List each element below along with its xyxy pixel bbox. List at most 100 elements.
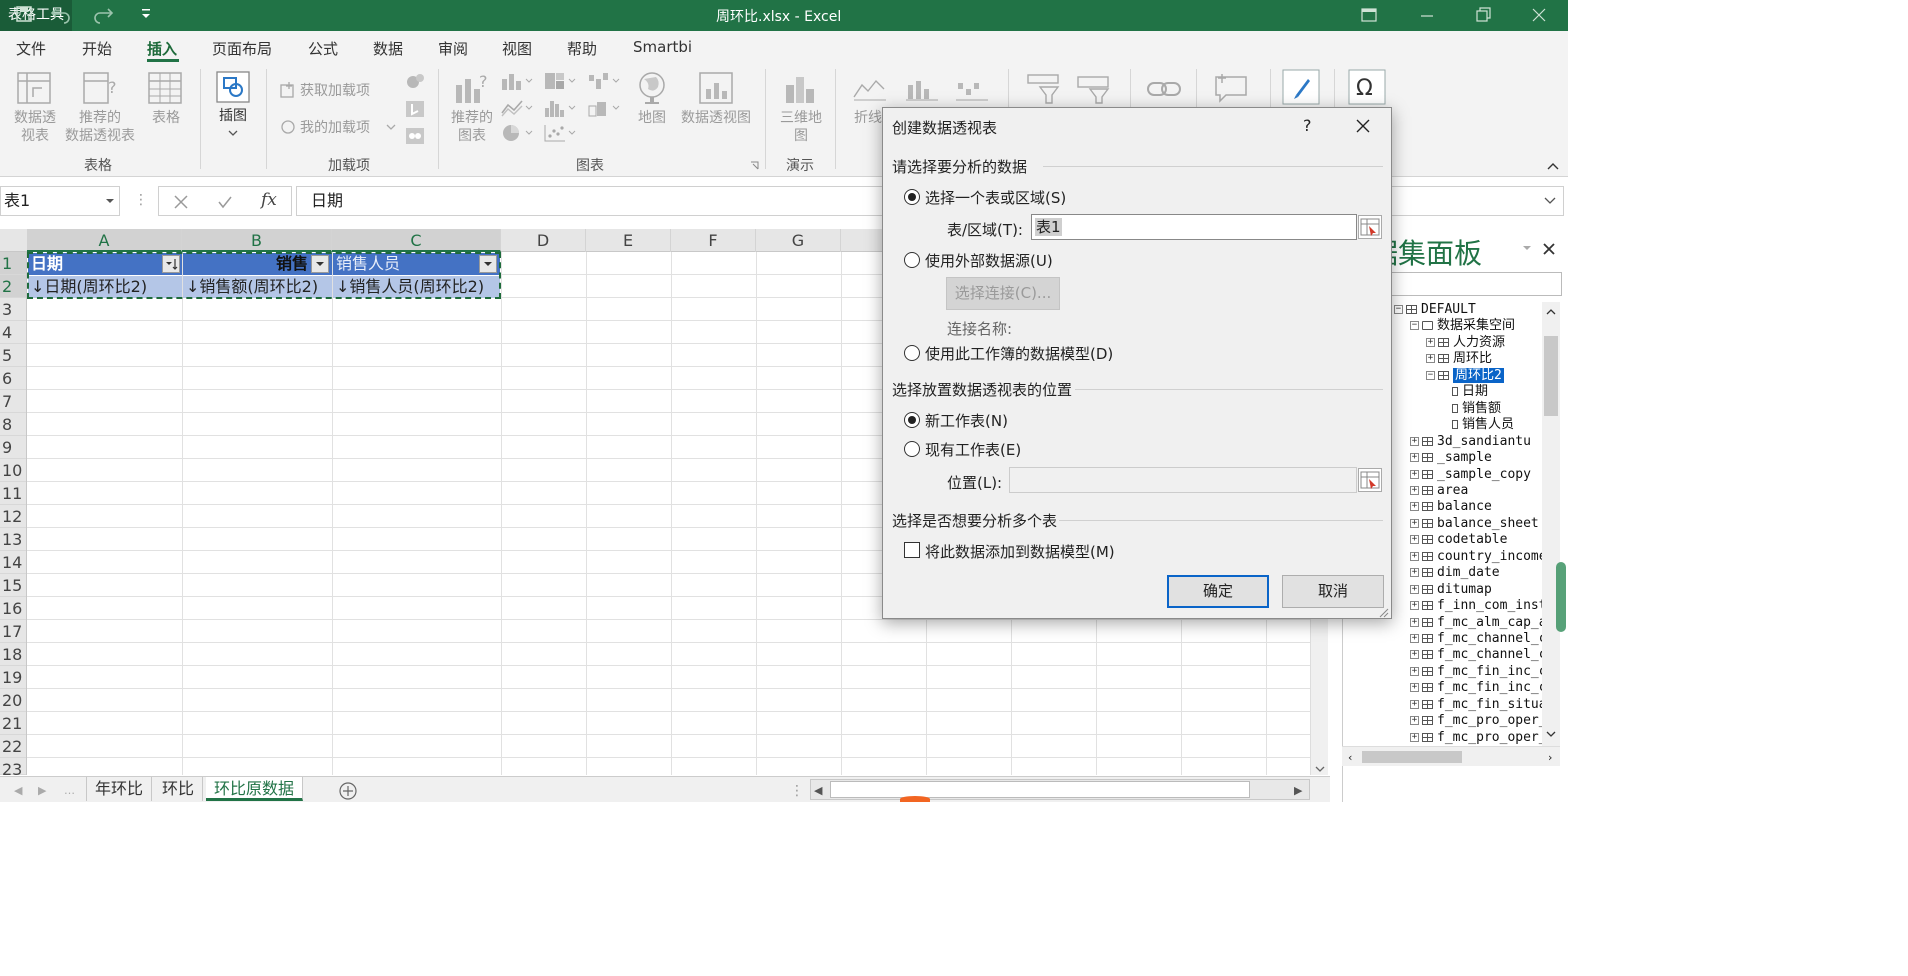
column-header-f[interactable]: F <box>671 229 756 252</box>
row-header[interactable]: 1 <box>0 252 26 275</box>
radio-data-model-label[interactable]: 使用此工作簿的数据模型(D) <box>925 343 1113 364</box>
expand-icon[interactable]: + <box>1410 469 1419 479</box>
expand-icon[interactable]: + <box>1410 699 1419 709</box>
pivot-chart-icon[interactable] <box>698 71 734 105</box>
slicer-icon[interactable] <box>1026 73 1062 105</box>
row-header[interactable]: 4 <box>0 321 26 344</box>
range-input[interactable]: 表1 <box>1031 214 1357 240</box>
hierarchy-chart-icon[interactable] <box>543 71 579 91</box>
expand-icon[interactable]: + <box>1410 666 1419 676</box>
tree-node[interactable]: + area <box>1410 483 1468 499</box>
row-header[interactable]: 17 <box>0 620 26 643</box>
tree-node[interactable]: + 人力资源 <box>1426 335 1505 351</box>
tab-data[interactable]: 数据 <box>373 38 403 59</box>
row-header[interactable]: 18 <box>0 643 26 666</box>
tab-help[interactable]: 帮助 <box>567 38 597 59</box>
tree-node[interactable]: + _sample_copy <box>1410 467 1531 483</box>
radio-external-source-label[interactable]: 使用外部数据源(U) <box>925 250 1053 271</box>
tree-node[interactable]: + f_mc_pro_oper_ <box>1410 730 1542 746</box>
tree-node[interactable]: + balance <box>1410 499 1492 515</box>
radio-external-source[interactable] <box>904 252 920 268</box>
redo-icon[interactable] <box>92 4 114 24</box>
row-header[interactable]: 11 <box>0 482 26 505</box>
ink-pen-icon[interactable] <box>1282 69 1320 105</box>
link-icon[interactable] <box>1146 75 1182 103</box>
radio-existing-worksheet[interactable] <box>904 441 920 457</box>
tab-page-layout[interactable]: 页面布局 <box>212 38 272 59</box>
scroll-left-icon[interactable]: ◀ <box>814 784 822 797</box>
tree-hscroll-thumb[interactable] <box>1362 751 1462 763</box>
sparkline-line-icon[interactable] <box>852 77 888 101</box>
expand-icon[interactable]: + <box>1410 502 1419 512</box>
tab-formulas[interactable]: 公式 <box>308 38 338 59</box>
undo-icon[interactable] <box>50 4 72 24</box>
pie-chart-icon[interactable] <box>500 123 536 143</box>
scroll-down-icon[interactable] <box>1546 730 1556 738</box>
scroll-sheets-left-icon[interactable]: ◀ <box>14 784 22 797</box>
resize-grip-icon[interactable] <box>1377 606 1389 618</box>
tree-node[interactable]: + dim_date <box>1410 565 1500 581</box>
row-header[interactable]: 16 <box>0 597 26 620</box>
scroll-sheets-right-icon[interactable]: ▶ <box>38 784 46 797</box>
get-addins-label[interactable]: 获取加载项 <box>300 82 370 100</box>
timeline-icon[interactable] <box>1076 73 1112 105</box>
dialog-launcher-icon[interactable] <box>750 161 760 171</box>
row-header[interactable]: 20 <box>0 689 26 712</box>
tree-vertical-scrollbar[interactable] <box>1542 302 1560 746</box>
row-header[interactable]: 6 <box>0 367 26 390</box>
ribbon-display-options-icon[interactable] <box>1360 6 1378 24</box>
expand-icon[interactable]: + <box>1410 436 1419 446</box>
tree-node[interactable]: + f_mc_pro_oper_ <box>1410 713 1542 729</box>
map-label[interactable]: 地图 <box>632 109 672 127</box>
chevron-down-icon[interactable] <box>386 123 396 131</box>
tab-insert[interactable]: 插入 <box>147 38 177 59</box>
pivot-chart-label[interactable]: 数据透视图 <box>678 109 754 127</box>
recommended-charts-label[interactable]: 推荐的 图表 <box>446 109 498 145</box>
column-header-d[interactable]: D <box>501 229 586 252</box>
table-label[interactable]: 表格 <box>146 109 186 127</box>
table-icon[interactable] <box>147 71 183 105</box>
expand-icon[interactable]: + <box>1426 354 1435 364</box>
row-header[interactable]: 3 <box>0 298 26 321</box>
expand-icon[interactable]: + <box>1410 584 1419 594</box>
tree-horizontal-scrollbar[interactable]: ‹ › <box>1342 746 1560 766</box>
3d-map-icon[interactable] <box>782 71 818 105</box>
bing-icon[interactable] <box>405 100 425 118</box>
choose-connection-button[interactable]: 选择连接(C)... <box>946 277 1060 310</box>
tree-scroll-thumb[interactable] <box>1544 336 1558 416</box>
name-box[interactable]: 表1 <box>0 186 120 216</box>
row-header[interactable]: 2 <box>0 275 26 298</box>
recommended-pivot-icon[interactable]: ? <box>82 71 118 105</box>
scatter-chart-icon[interactable] <box>543 123 579 143</box>
expand-icon[interactable]: + <box>1410 617 1419 627</box>
tree-node[interactable]: + _sample <box>1410 450 1492 466</box>
expand-icon[interactable]: + <box>1410 518 1419 528</box>
tree-node[interactable]: + balance_sheet <box>1410 516 1539 532</box>
illustrations-label[interactable]: 插图 <box>212 107 254 125</box>
sheet-tab-ring-raw-data[interactable]: 环比原数据 <box>206 777 304 801</box>
my-addins-icon[interactable] <box>279 118 297 136</box>
name-box-dropdown-icon[interactable] <box>105 197 115 205</box>
collapse-icon[interactable]: − <box>1426 370 1435 380</box>
column-header-a[interactable]: A <box>27 229 182 252</box>
map-icon[interactable] <box>636 71 668 105</box>
new-sheet-icon[interactable] <box>338 781 358 801</box>
people-graph-icon[interactable] <box>405 127 425 145</box>
tree-node[interactable]: + f_mc_alm_cap_a <box>1410 615 1542 631</box>
add-to-data-model-checkbox[interactable] <box>904 542 920 558</box>
waterfall-chart-icon[interactable] <box>587 71 623 91</box>
pane-options-icon[interactable] <box>1522 244 1532 252</box>
symbol-icon[interactable]: Ω <box>1348 69 1386 105</box>
row-header[interactable]: 8 <box>0 413 26 436</box>
radio-new-worksheet[interactable] <box>904 412 920 428</box>
expand-icon[interactable]: + <box>1410 551 1419 561</box>
expand-icon[interactable]: + <box>1410 485 1419 495</box>
expand-icon[interactable]: + <box>1410 568 1419 578</box>
my-addins-label[interactable]: 我的加载项 <box>300 119 370 137</box>
row-header[interactable]: 23 <box>0 758 26 779</box>
expand-icon[interactable]: + <box>1410 634 1419 643</box>
minimize-icon[interactable] <box>1418 6 1436 24</box>
tree-node[interactable]: − DEFAULT <box>1394 302 1476 318</box>
add-to-data-model-label[interactable]: 将此数据添加到数据模型(M) <box>925 541 1115 562</box>
expand-icon[interactable]: + <box>1410 453 1419 463</box>
